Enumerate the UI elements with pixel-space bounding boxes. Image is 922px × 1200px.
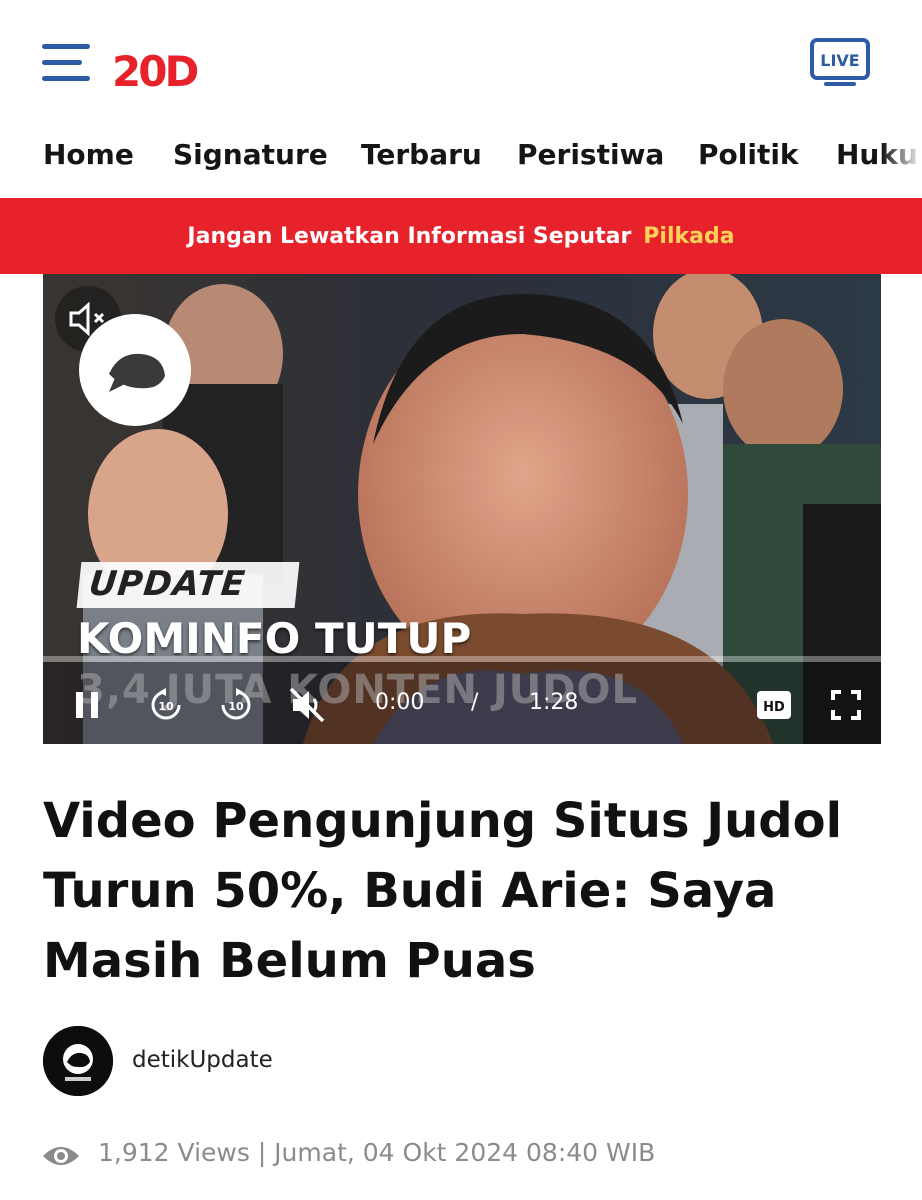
nav-item-politik[interactable]: Politik xyxy=(698,138,799,171)
video-player[interactable]: UPDATE KOMINFO TUTUP 3,4 JUTA KONTEN JUD… xyxy=(43,274,881,744)
volume-mute-icon[interactable] xyxy=(287,686,327,724)
nav-item-peristiwa[interactable]: Peristiwa xyxy=(517,138,664,171)
site-logo-text: 20D xyxy=(112,48,197,92)
author-avatar[interactable] xyxy=(43,1026,113,1096)
site-logo[interactable]: 20D xyxy=(112,48,206,92)
current-time: 0:00 xyxy=(375,690,425,715)
nav-item-signature[interactable]: Signature xyxy=(173,138,328,171)
author-avatar-icon xyxy=(43,1026,113,1096)
duration: 1:28 xyxy=(529,690,579,715)
update-tag-label: UPDATE xyxy=(87,564,248,604)
live-tv-icon[interactable]: LIVE xyxy=(810,38,870,88)
pilkada-banner[interactable]: Jangan Lewatkan Informasi Seputar Pilkad… xyxy=(0,198,922,274)
rewind-10-label: 10 xyxy=(158,700,174,713)
views-eye-icon xyxy=(43,1147,79,1165)
rewind-10-icon[interactable]: 10 xyxy=(149,688,183,722)
hamburger-menu-icon[interactable] xyxy=(42,44,90,84)
hd-label: HD xyxy=(763,700,785,715)
nav-item-terbaru[interactable]: Terbaru xyxy=(361,138,482,171)
author-name[interactable]: detikUpdate xyxy=(132,1047,273,1073)
nav-item-home[interactable]: Home xyxy=(43,138,134,171)
article-meta: 1,912 Views | Jumat, 04 Okt 2024 08:40 W… xyxy=(98,1138,656,1167)
update-tag: UPDATE xyxy=(76,562,300,608)
forward-10-label: 10 xyxy=(228,700,244,713)
pause-icon[interactable] xyxy=(73,690,101,720)
category-nav: Home Signature Terbaru Peristiwa Politik… xyxy=(0,130,922,190)
time-separator: / xyxy=(471,690,479,715)
live-label: LIVE xyxy=(820,51,859,70)
article-title: Video Pengunjung Situs Judol Turun 50%, … xyxy=(43,793,843,989)
hd-quality-icon[interactable]: HD xyxy=(756,690,792,720)
nav-fade xyxy=(882,130,922,190)
banner-text: Jangan Lewatkan Informasi Seputar xyxy=(187,223,632,249)
channel-logo-icon xyxy=(89,324,181,416)
video-controls: 10 10 0:00 / 1:28 HD xyxy=(43,662,881,744)
forward-10-icon[interactable]: 10 xyxy=(219,688,253,722)
channel-logo xyxy=(79,314,191,426)
banner-highlight: Pilkada xyxy=(643,223,735,249)
site-header: 20D LIVE xyxy=(0,0,922,120)
fullscreen-icon[interactable] xyxy=(831,690,861,720)
